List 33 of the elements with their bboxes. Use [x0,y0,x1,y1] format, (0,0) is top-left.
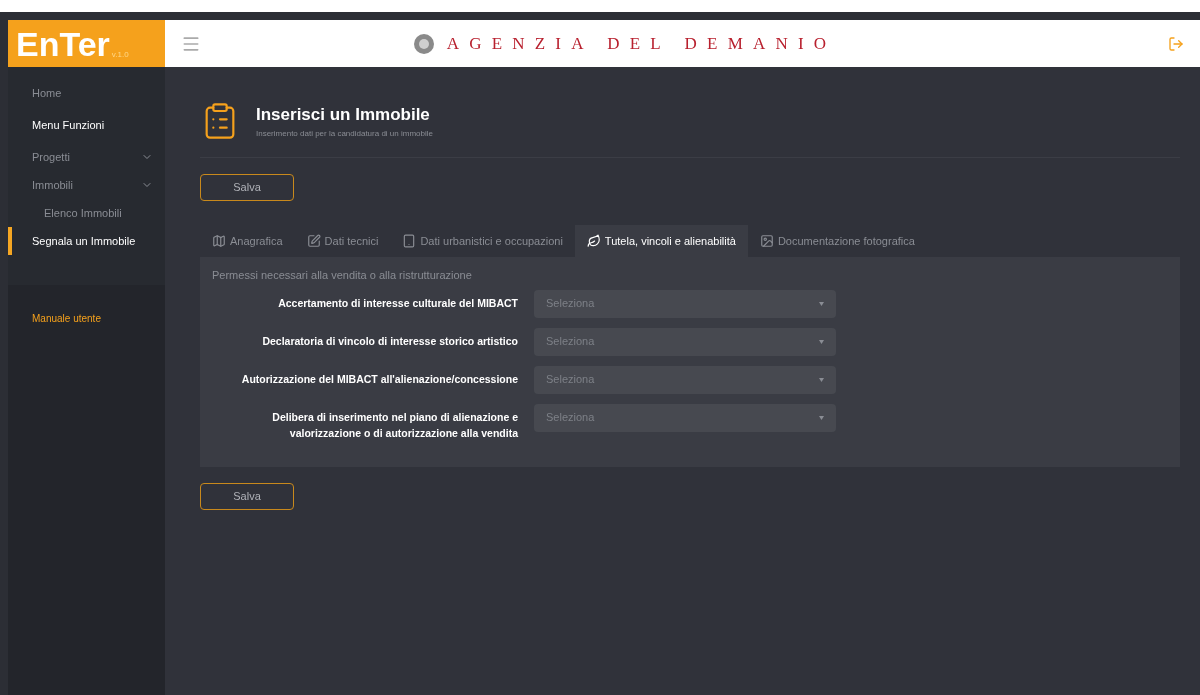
logo: EnTer v.1.0 [8,20,165,67]
field-label: Declaratoria di vincolo di interesse storico artistico [261,333,518,349]
emblem-icon [412,32,435,55]
save-button[interactable]: Salva [200,482,294,510]
sidebar-heading: Menu Funzioni [31,117,106,133]
image-icon [759,234,774,248]
field-label: Delibera di inserimento nel piano di alienazione e valorizzazione o di autorizzazione alla vendita [271,409,518,441]
tab[interactable]: Tutela, vincoli e alienabilità [574,225,748,257]
tab[interactable]: Anagrafica [200,225,295,257]
sidebar-item[interactable]: Home [8,79,165,107]
field-label: Autorizzazione del MIBACT all'alienazione/concessione [240,371,518,387]
caret-icon [819,415,824,420]
section-title: Permessi necessari alla vendita o alla ristrutturazione [212,268,473,283]
caret-icon [819,339,824,344]
logout-icon[interactable] [1168,35,1184,52]
tablet-icon [402,234,417,248]
field-label: Accertamento di interesse culturale del MIBACT [277,295,518,311]
save-button[interactable]: Salva [200,174,294,201]
edit-icon [306,234,321,248]
tab[interactable]: Documentazione fotografica [747,225,927,257]
tab[interactable]: Dati tecnici [294,225,391,257]
map-icon [212,234,226,248]
caret-icon [819,301,824,306]
page-title: Inserisci un Immobile [256,104,431,127]
tab[interactable]: Dati urbanistici e occupazioni [390,225,575,257]
sidebar-item[interactable]: Progetti [8,143,165,171]
sidebar-item[interactable]: Immobili [8,171,165,199]
page-subtitle: Inserimento dati per la candidatura di un immobile [256,127,433,140]
caret-icon [819,377,824,382]
sidebar-item[interactable]: Elenco Immobili [8,199,165,227]
leaf-icon [586,234,601,248]
manual-link[interactable]: Manuale utente [32,313,101,324]
header-title: AGENZIA DEL DEMANIO [446,32,837,55]
